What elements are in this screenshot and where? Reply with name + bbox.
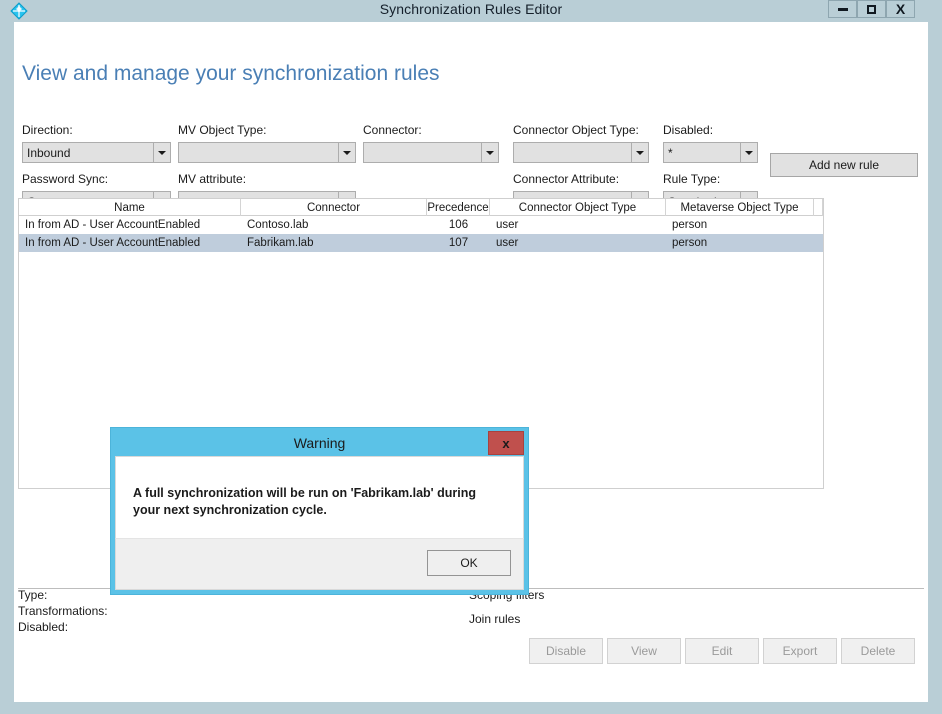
chevron-down-icon[interactable]	[153, 143, 170, 162]
view-button[interactable]: View	[607, 638, 681, 664]
chevron-down-icon[interactable]	[338, 143, 355, 162]
edit-button[interactable]: Edit	[685, 638, 759, 664]
disable-button[interactable]: Disable	[529, 638, 603, 664]
window-title: Synchronization Rules Editor	[379, 1, 563, 17]
cell-connector: Fabrikam.lab	[247, 237, 314, 249]
cell-precedence: 106	[448, 219, 469, 231]
dropdown-connector[interactable]	[363, 142, 499, 163]
chevron-down-icon[interactable]	[740, 143, 757, 162]
dialog-footer: OK	[115, 538, 524, 590]
label-direction: Direction:	[22, 123, 73, 137]
window-minimize-button[interactable]	[828, 0, 857, 18]
export-button[interactable]: Export	[763, 638, 837, 664]
dialog-title: Warning	[293, 435, 346, 451]
cell-connector: Contoso.lab	[247, 219, 309, 231]
cell-metaverse-object-type: person	[672, 219, 708, 231]
client-area: View and manage your synchronization rul…	[14, 22, 928, 702]
page-title: View and manage your synchronization rul…	[22, 62, 440, 86]
table-row[interactable]: In from AD - User AccountEnabled Fabrika…	[19, 234, 823, 252]
label-rule-type: Rule Type:	[663, 172, 721, 186]
dropdown-direction[interactable]: Inbound	[22, 142, 171, 163]
chevron-down-icon[interactable]	[631, 143, 648, 162]
window-maximize-button[interactable]	[857, 0, 886, 18]
detail-link-join-rules[interactable]: Join rules	[469, 612, 520, 626]
column-header-connector-object-type[interactable]: Connector Object Type	[490, 199, 666, 216]
cell-name: In from AD - User AccountEnabled	[25, 219, 201, 231]
delete-button[interactable]: Delete	[841, 638, 915, 664]
label-connector-object-type: Connector Object Type:	[513, 123, 639, 137]
cell-connector-object-type: user	[496, 237, 519, 249]
cell-connector-object-type: user	[496, 219, 519, 231]
label-mv-object-type: MV Object Type:	[178, 123, 267, 137]
dialog-close-button[interactable]: x	[488, 431, 524, 455]
label-mv-attribute: MV attribute:	[178, 172, 247, 186]
dialog-body: A full synchronization will be run on 'F…	[115, 456, 524, 538]
dropdown-mv-object-type-value	[179, 143, 338, 162]
column-header-name[interactable]: Name	[19, 199, 241, 216]
dropdown-direction-value: Inbound	[27, 146, 71, 160]
detail-label-type: Type:	[18, 588, 48, 602]
table-row[interactable]: In from AD - User AccountEnabled Contoso…	[19, 216, 823, 234]
label-disabled: Disabled:	[663, 123, 714, 137]
application-window: Synchronization Rules Editor X View and …	[0, 0, 942, 714]
warning-dialog: Warning x A full synchronization will be…	[111, 428, 528, 594]
close-icon: X	[895, 1, 906, 17]
column-header-precedence[interactable]: Precedence	[427, 199, 490, 216]
close-icon: x	[502, 435, 510, 451]
chevron-down-icon[interactable]	[481, 143, 498, 162]
dialog-ok-button[interactable]: OK	[427, 550, 511, 576]
dropdown-mv-object-type[interactable]	[178, 142, 356, 163]
detail-label-transformations: Transformations:	[18, 604, 108, 618]
detail-label-disabled: Disabled:	[18, 620, 69, 634]
cell-name: In from AD - User AccountEnabled	[25, 237, 201, 249]
cell-metaverse-object-type: person	[672, 237, 708, 249]
window-titlebar: Synchronization Rules Editor X	[0, 0, 942, 22]
add-new-rule-button[interactable]: Add new rule	[770, 153, 918, 177]
dropdown-connector-object-type-value	[514, 143, 631, 162]
dropdown-connector-value	[364, 143, 481, 162]
window-close-button[interactable]: X	[886, 0, 915, 18]
dropdown-disabled[interactable]: *	[663, 142, 758, 163]
column-header-filler	[814, 199, 823, 216]
label-connector-attribute: Connector Attribute:	[513, 172, 620, 186]
column-header-connector[interactable]: Connector	[241, 199, 427, 216]
table-header-row: Name Connector Precedence Connector Obje…	[19, 199, 823, 216]
cell-precedence: 107	[448, 237, 469, 249]
column-header-metaverse-object-type[interactable]: Metaverse Object Type	[666, 199, 814, 216]
dialog-titlebar: Warning x	[115, 431, 524, 456]
dialog-message: A full synchronization will be run on 'F…	[133, 486, 477, 517]
label-connector: Connector:	[363, 123, 422, 137]
dropdown-connector-object-type[interactable]	[513, 142, 649, 163]
label-password-sync: Password Sync:	[22, 172, 109, 186]
dropdown-disabled-value: *	[668, 146, 673, 160]
